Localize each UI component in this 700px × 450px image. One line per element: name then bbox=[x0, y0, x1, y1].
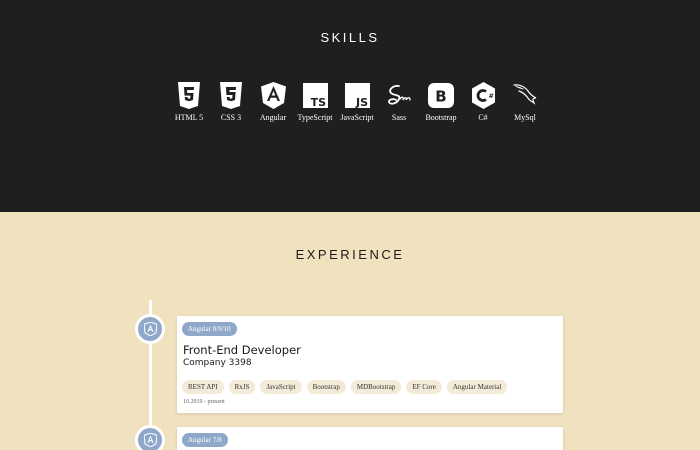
skill-javascript: JS JavaScript bbox=[336, 82, 378, 122]
bootstrap-icon: B bbox=[428, 83, 454, 108]
sass-icon bbox=[387, 84, 411, 105]
angular-icon bbox=[143, 433, 157, 447]
skill-css3: CSS 3 bbox=[210, 82, 252, 122]
job-dates: 10.2019 - present bbox=[183, 399, 225, 405]
tech-tags: REST API RxJS JavaScript Bootstrap MDBoo… bbox=[182, 380, 508, 394]
job-title: Front-End Developer bbox=[183, 343, 301, 357]
css3-icon bbox=[220, 82, 242, 109]
tech-tag: RxJS bbox=[228, 380, 256, 394]
version-badge: Angular 8/9/10 bbox=[182, 322, 237, 336]
tech-tag: Bootstrap bbox=[306, 380, 346, 394]
experience-title: EXPERIENCE bbox=[295, 247, 405, 262]
skill-html5: HTML 5 bbox=[168, 82, 210, 122]
skill-angular: Angular bbox=[252, 82, 294, 122]
tech-tag: MDBootstrap bbox=[350, 380, 402, 394]
version-badge: Angular 7/8 bbox=[182, 433, 228, 447]
tech-tag: JavaScript bbox=[260, 380, 302, 394]
svg-text:JS: JS bbox=[354, 96, 367, 109]
csharp-icon: # bbox=[471, 82, 495, 109]
angular-icon bbox=[260, 82, 286, 109]
skill-label: MySql bbox=[514, 113, 536, 122]
mysql-icon bbox=[513, 84, 537, 105]
skill-typescript: TS TypeScript bbox=[294, 82, 336, 122]
skill-label: TypeScript bbox=[297, 113, 333, 122]
skill-label: Bootstrap bbox=[425, 113, 457, 122]
skill-mysql: MySql bbox=[504, 82, 546, 122]
svg-text:#: # bbox=[488, 92, 493, 100]
tech-tag: EF Core bbox=[406, 380, 442, 394]
timeline-dot bbox=[135, 425, 165, 450]
javascript-icon: JS bbox=[344, 83, 370, 109]
skills-title: SKILLS bbox=[320, 30, 380, 45]
skills-section: SKILLS HTML 5 CSS 3 Angular TS TypeScrip… bbox=[0, 0, 700, 212]
skill-label: CSS 3 bbox=[220, 113, 242, 122]
tech-tag: REST API bbox=[182, 380, 224, 394]
skill-label: HTML 5 bbox=[174, 113, 204, 122]
skill-csharp: # C# bbox=[462, 82, 504, 122]
html5-icon bbox=[178, 82, 200, 109]
company-name: Company 3398 bbox=[183, 358, 252, 368]
svg-text:TS: TS bbox=[310, 96, 326, 109]
skills-list: HTML 5 CSS 3 Angular TS TypeScript JS Ja… bbox=[168, 82, 546, 122]
experience-card: Angular 7/8 bbox=[177, 427, 563, 450]
skill-label: Angular bbox=[259, 113, 287, 122]
skill-sass: Sass bbox=[378, 82, 420, 122]
timeline-dot bbox=[135, 314, 165, 344]
angular-icon bbox=[143, 322, 157, 336]
tech-tag: Angular Material bbox=[446, 380, 508, 394]
svg-text:B: B bbox=[435, 88, 446, 106]
experience-card: Angular 8/9/10 Front-End Developer Compa… bbox=[177, 316, 563, 413]
skill-label: JavaScript bbox=[340, 113, 374, 122]
skill-bootstrap: B Bootstrap bbox=[420, 82, 462, 122]
skill-label: Sass bbox=[391, 113, 407, 122]
skill-label: C# bbox=[478, 113, 488, 122]
typescript-icon: TS bbox=[302, 83, 328, 109]
